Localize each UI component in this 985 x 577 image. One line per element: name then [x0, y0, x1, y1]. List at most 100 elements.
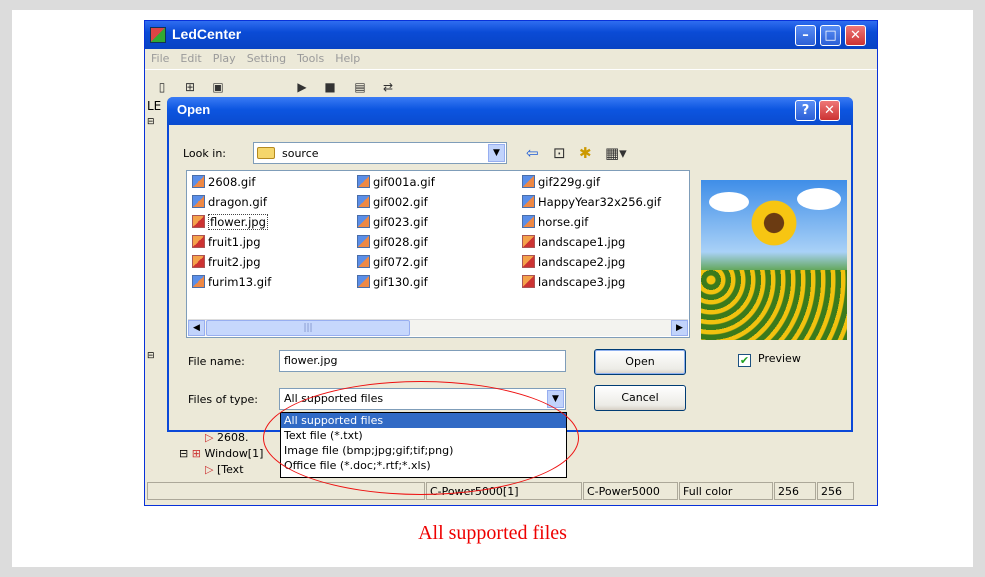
- file-item[interactable]: landscape1.jpg: [522, 235, 625, 253]
- file-item[interactable]: landscape2.jpg: [522, 255, 625, 273]
- file-item[interactable]: gif130.gif: [357, 275, 428, 293]
- tree-item[interactable]: ▷ 2608.: [205, 431, 248, 444]
- file-name: dragon.gif: [208, 195, 267, 209]
- annotation-caption: All supported files: [418, 522, 567, 544]
- menu-setting[interactable]: Setting: [241, 49, 291, 65]
- image-file-icon: [522, 255, 535, 268]
- status-width: 256: [774, 482, 816, 500]
- up-folder-icon[interactable]: ⊡: [553, 144, 566, 162]
- file-item[interactable]: landscape3.jpg: [522, 275, 625, 293]
- save-icon[interactable]: ▣: [209, 80, 227, 94]
- file-name: fruit1.jpg: [208, 235, 261, 249]
- send-icon[interactable]: ⇄: [379, 80, 397, 94]
- file-item[interactable]: gif001a.gif: [357, 175, 435, 193]
- play-icon: ▷: [205, 431, 217, 444]
- image-file-icon: [192, 215, 205, 228]
- file-item[interactable]: gif002.gif: [357, 195, 428, 213]
- menu-bar: File Edit Play Setting Tools Help: [145, 49, 877, 69]
- file-list: 2608.gif dragon.gif flower.jpg fruit1.jpg fr…: [186, 170, 690, 338]
- scroll-thumb[interactable]: |||: [206, 320, 410, 336]
- image-file-icon: [357, 275, 370, 288]
- app-title-bar: LedCenter – □ ✕: [145, 21, 877, 49]
- menu-file[interactable]: File: [145, 49, 174, 65]
- file-name: gif072.gif: [373, 255, 428, 269]
- image-file-icon: [522, 195, 535, 208]
- window-icon: ⊞: [191, 447, 205, 460]
- scroll-left-icon[interactable]: ◀: [188, 320, 205, 336]
- tree-item[interactable]: ▷ [Text: [205, 463, 244, 476]
- file-item[interactable]: 2608.gif: [192, 175, 255, 193]
- menu-help[interactable]: Help: [329, 49, 365, 65]
- open-dialog: Open ? ✕ Look in: source ▼ ⇦ ⊡ ✱ ▦▾ 2608…: [167, 97, 853, 432]
- image-file-icon: [357, 255, 370, 268]
- menu-edit[interactable]: Edit: [174, 49, 206, 65]
- image-file-icon: [357, 235, 370, 248]
- dialog-close-button[interactable]: ✕: [819, 100, 840, 121]
- file-item[interactable]: gif072.gif: [357, 255, 428, 273]
- image-file-icon: [522, 175, 535, 188]
- checkbox-icon[interactable]: ✔: [738, 354, 751, 367]
- horizontal-scrollbar[interactable]: ◀ ||| ▶: [188, 319, 688, 336]
- tree-item[interactable]: ⊟ ⊞ Window[1]: [179, 447, 263, 460]
- play-icon: ▷: [205, 463, 217, 476]
- file-name: landscape1.jpg: [538, 235, 626, 249]
- image-file-icon: [357, 175, 370, 188]
- play-icon[interactable]: ▶: [293, 80, 311, 94]
- file-item[interactable]: horse.gif: [522, 215, 588, 233]
- open-icon[interactable]: ⊞: [181, 80, 199, 94]
- sunflower-image: [751, 200, 797, 246]
- dialog-title: Open: [177, 102, 211, 117]
- image-file-icon: [192, 175, 205, 188]
- new-folder-icon[interactable]: ✱: [579, 144, 592, 162]
- minimize-button[interactable]: –: [795, 25, 816, 46]
- maximize-button[interactable]: □: [820, 25, 841, 46]
- file-item[interactable]: flower.jpg: [192, 214, 268, 233]
- file-item[interactable]: HappyYear32x256.gif: [522, 195, 661, 213]
- menu-play[interactable]: Play: [207, 49, 241, 65]
- image-file-icon: [192, 255, 205, 268]
- file-name-input[interactable]: flower.jpg: [279, 350, 566, 372]
- file-item[interactable]: fruit1.jpg: [192, 235, 261, 253]
- stop-icon[interactable]: ■: [321, 80, 339, 94]
- file-item[interactable]: dragon.gif: [192, 195, 267, 213]
- file-item[interactable]: fruit2.jpg: [192, 255, 261, 273]
- image-file-icon: [357, 195, 370, 208]
- view-menu-icon[interactable]: ▦▾: [605, 144, 627, 162]
- status-color: Full color: [679, 482, 773, 500]
- status-controller: C-Power5000: [583, 482, 678, 500]
- preview-label: Preview: [758, 352, 801, 365]
- file-name: horse.gif: [538, 215, 589, 229]
- file-item[interactable]: gif028.gif: [357, 235, 428, 253]
- image-file-icon: [522, 235, 535, 248]
- new-icon[interactable]: ▯: [153, 80, 171, 94]
- back-icon[interactable]: ⇦: [526, 144, 539, 162]
- ledcenter-logo-icon: [150, 27, 166, 43]
- file-name: HappyYear32x256.gif: [538, 195, 662, 209]
- file-name: gif130.gif: [373, 275, 428, 289]
- help-button[interactable]: ?: [795, 100, 816, 121]
- file-item[interactable]: furim13.gif: [192, 275, 271, 293]
- image-file-icon: [192, 275, 205, 288]
- file-item[interactable]: gif229g.gif: [522, 175, 600, 193]
- chevron-down-icon[interactable]: ▼: [488, 144, 505, 162]
- file-item[interactable]: gif023.gif: [357, 215, 428, 233]
- file-name: fruit2.jpg: [208, 255, 261, 269]
- display-icon[interactable]: ▤: [351, 80, 369, 94]
- toolbar: ▯ ⊞ ▣ ▶ ■ ▤ ⇄: [145, 69, 877, 99]
- dialog-title-bar: Open ? ✕: [167, 97, 853, 125]
- look-in-dropdown[interactable]: source ▼: [253, 142, 507, 164]
- look-in-label: Look in:: [183, 147, 226, 160]
- preview-checkbox[interactable]: ✔ Preview: [738, 352, 801, 367]
- menu-tools[interactable]: Tools: [291, 49, 329, 65]
- tree-collapse-icon[interactable]: ⊟: [147, 351, 155, 361]
- scroll-right-icon[interactable]: ▶: [671, 320, 688, 336]
- open-button[interactable]: Open: [594, 349, 686, 375]
- folder-icon: [257, 147, 275, 159]
- file-name: gif023.gif: [373, 215, 428, 229]
- file-name: furim13.gif: [208, 275, 272, 289]
- tree-collapse-icon[interactable]: ⊟: [147, 117, 155, 127]
- file-name: gif001a.gif: [373, 175, 435, 189]
- close-button[interactable]: ✕: [845, 25, 866, 46]
- annotation-ellipse: [263, 381, 579, 495]
- cancel-button[interactable]: Cancel: [594, 385, 686, 411]
